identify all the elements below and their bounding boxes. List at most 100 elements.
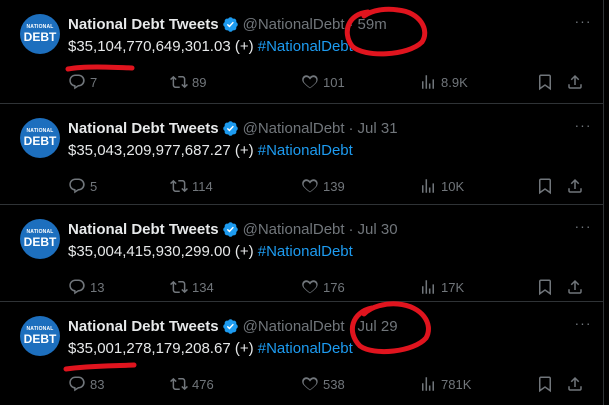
- timestamp[interactable]: Jul 30: [358, 221, 398, 238]
- like-button[interactable]: 176: [301, 277, 345, 297]
- hashtag-link[interactable]: #NationalDebt: [258, 340, 353, 357]
- author-name[interactable]: National Debt Tweets: [68, 221, 219, 238]
- share-button[interactable]: [566, 374, 588, 394]
- avatar[interactable]: NATIONAL DEBT: [20, 14, 60, 54]
- debt-amount: $35,001,278,179,208.67 (+): [68, 340, 254, 357]
- like-count: 176: [323, 279, 345, 295]
- bookmark-icon: [539, 74, 551, 91]
- separator-dot: ·: [348, 220, 354, 238]
- avatar-label-bottom: DEBT: [23, 235, 57, 249]
- more-options-icon[interactable]: ···: [573, 118, 593, 138]
- like-count: 538: [323, 376, 345, 392]
- avatar[interactable]: NATIONAL DEBT: [20, 316, 60, 356]
- hashtag-link[interactable]: #NationalDebt: [258, 38, 353, 55]
- verified-badge-icon: [222, 221, 238, 237]
- reply-button[interactable]: 83: [68, 374, 104, 394]
- bookmark-button[interactable]: [536, 374, 558, 394]
- bookmark-button[interactable]: [536, 277, 558, 297]
- reply-icon: [69, 279, 85, 295]
- reply-button[interactable]: 5: [68, 176, 97, 196]
- views-button[interactable]: 8.9K: [419, 72, 468, 92]
- retweet-count: 114: [192, 178, 213, 194]
- more-options-icon[interactable]: ···: [573, 316, 593, 336]
- share-button[interactable]: [566, 277, 588, 297]
- verified-badge-icon: [222, 16, 238, 32]
- heart-icon: [302, 280, 318, 294]
- action-bar: 5 114 139 10K: [68, 176, 593, 196]
- author-handle[interactable]: @NationalDebt: [243, 120, 345, 137]
- views-button[interactable]: 10K: [419, 176, 464, 196]
- tweet-text: $35,043,209,977,687.27 (+) #NationalDebt: [68, 142, 353, 159]
- timestamp[interactable]: Jul 31: [358, 120, 398, 137]
- tweet-header: National Debt Tweets @NationalDebt · Jul…: [68, 220, 593, 238]
- reply-count: 13: [90, 279, 105, 295]
- retweet-button[interactable]: 114: [170, 176, 213, 196]
- share-button[interactable]: [566, 176, 588, 196]
- bookmark-icon: [539, 279, 551, 296]
- separator-dot: ·: [348, 15, 354, 33]
- reply-button[interactable]: 7: [68, 72, 97, 92]
- views-chart-icon: [422, 75, 434, 89]
- retweet-icon: [170, 179, 188, 193]
- retweet-count: 134: [192, 279, 214, 295]
- views-chart-icon: [422, 179, 434, 193]
- retweet-icon: [170, 75, 188, 89]
- author-handle[interactable]: @NationalDebt: [243, 221, 345, 238]
- reply-icon: [69, 178, 85, 194]
- views-chart-icon: [422, 377, 434, 391]
- avatar-label-bottom: DEBT: [23, 30, 57, 44]
- author-handle[interactable]: @NationalDebt: [243, 318, 345, 335]
- tweet-text: $35,104,770,649,301.03 (+) #NationalDebt: [68, 38, 353, 55]
- tweet-header: National Debt Tweets @NationalDebt · Jul…: [68, 317, 593, 335]
- author-name[interactable]: National Debt Tweets: [68, 16, 219, 33]
- author-name[interactable]: National Debt Tweets: [68, 318, 219, 335]
- views-chart-icon: [422, 280, 434, 294]
- retweet-count: 89: [192, 74, 207, 90]
- view-count: 10K: [441, 178, 465, 194]
- retweet-button[interactable]: 89: [170, 72, 206, 92]
- reply-icon: [69, 376, 85, 392]
- author-name[interactable]: National Debt Tweets: [68, 120, 219, 137]
- retweet-icon: [170, 280, 188, 294]
- views-button[interactable]: 17K: [419, 277, 464, 297]
- separator-dot: ·: [348, 119, 354, 137]
- share-icon: [568, 376, 582, 391]
- timestamp[interactable]: 59m: [358, 16, 387, 33]
- action-bar: 83 476 538 781K: [68, 374, 593, 394]
- bookmark-button[interactable]: [536, 176, 558, 196]
- share-button[interactable]: [566, 72, 588, 92]
- tweet-header: National Debt Tweets @NationalDebt · Jul…: [68, 119, 593, 137]
- more-options-icon[interactable]: ···: [573, 219, 593, 239]
- tweet[interactable]: NATIONAL DEBT National Debt Tweets @Nati…: [0, 204, 604, 301]
- bookmark-button[interactable]: [536, 72, 558, 92]
- views-button[interactable]: 781K: [419, 374, 471, 394]
- like-button[interactable]: 139: [301, 176, 345, 196]
- view-count: 781K: [441, 376, 472, 392]
- heart-icon: [302, 179, 318, 193]
- tweet[interactable]: NATIONAL DEBT National Debt Tweets @Nati…: [0, 103, 604, 204]
- view-count: 17K: [441, 279, 465, 295]
- bookmark-icon: [539, 376, 551, 393]
- hashtag-link[interactable]: #NationalDebt: [258, 243, 353, 260]
- timestamp[interactable]: Jul 29: [358, 318, 398, 335]
- avatar[interactable]: NATIONAL DEBT: [20, 219, 60, 259]
- retweet-count: 476: [192, 376, 214, 392]
- like-button[interactable]: 538: [301, 374, 345, 394]
- hashtag-link[interactable]: #NationalDebt: [258, 142, 353, 159]
- reply-icon: [69, 74, 85, 90]
- retweet-button[interactable]: 134: [170, 277, 214, 297]
- tweet[interactable]: NATIONAL DEBT National Debt Tweets @Nati…: [0, 0, 604, 103]
- author-handle[interactable]: @NationalDebt: [243, 16, 345, 33]
- more-options-icon[interactable]: ···: [573, 14, 593, 34]
- view-count: 8.9K: [441, 74, 468, 90]
- retweet-button[interactable]: 476: [170, 374, 214, 394]
- bookmark-icon: [539, 178, 551, 195]
- avatar[interactable]: NATIONAL DEBT: [20, 118, 60, 158]
- reply-button[interactable]: 13: [68, 277, 104, 297]
- action-bar: 7 89 101 8.9K: [68, 72, 593, 92]
- avatar-label-bottom: DEBT: [23, 332, 57, 346]
- share-icon: [568, 74, 582, 89]
- like-button[interactable]: 101: [301, 72, 345, 92]
- share-icon: [568, 279, 582, 294]
- tweet[interactable]: NATIONAL DEBT National Debt Tweets @Nati…: [0, 301, 604, 405]
